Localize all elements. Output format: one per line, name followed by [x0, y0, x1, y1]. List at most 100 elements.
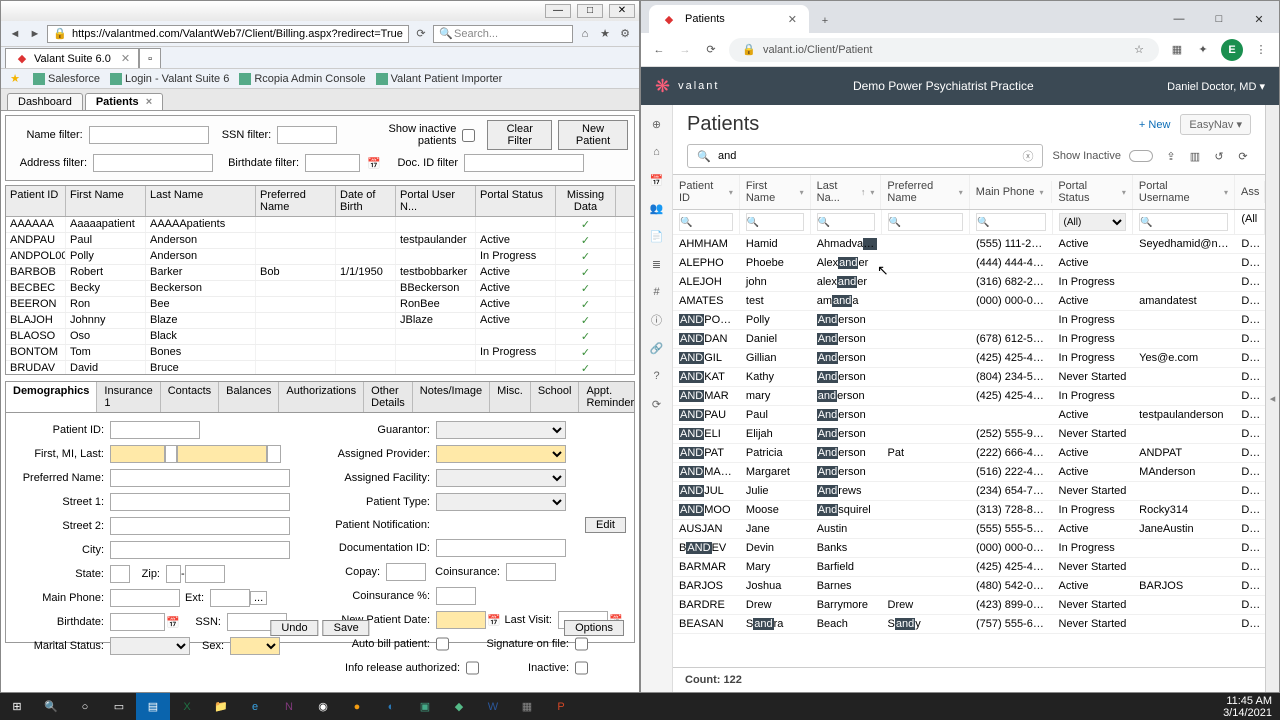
col-missing-data[interactable]: Missing Data — [556, 186, 616, 216]
table-row[interactable]: BECBECBeckyBeckersonBBeckersonActive✓ — [6, 281, 634, 297]
forward-icon[interactable]: → — [677, 42, 693, 58]
close-button[interactable]: ✕ — [609, 4, 635, 18]
detail-tab[interactable]: Authorizations — [279, 382, 364, 412]
table-row[interactable]: ANDPOL00PollyAndersonIn ProgressD.D — [673, 311, 1265, 330]
table-row[interactable]: BANDEVDevinBanks(000) 000-0000In Progres… — [673, 539, 1265, 558]
taskbar-powerpoint[interactable]: P — [544, 693, 578, 720]
col-first-name[interactable]: First Name — [740, 175, 811, 209]
table-row[interactable]: AUSJANJaneAustin(555) 555-5555ActiveJane… — [673, 520, 1265, 539]
search-button[interactable]: 🔍 — [34, 693, 68, 720]
first-name-input[interactable] — [110, 445, 165, 463]
calendar-icon[interactable]: 📅 — [486, 612, 502, 628]
ssn-filter-input[interactable] — [277, 126, 337, 144]
state-input[interactable] — [110, 565, 130, 583]
task-view-button[interactable]: ▭ — [102, 693, 136, 720]
table-row[interactable]: BEERONRonBeeRonBeeActive✓ — [6, 297, 634, 313]
show-inactive-toggle[interactable]: Show Inactive — [1053, 150, 1153, 162]
table-row[interactable]: ANDPAUPaulAndersonActivetestpaulanderson… — [673, 406, 1265, 425]
back-icon[interactable]: ← — [651, 42, 667, 58]
new-patient-date-input[interactable] — [436, 611, 486, 629]
rail-help-icon[interactable]: ? — [648, 367, 666, 385]
minimize-button[interactable]: — — [1159, 5, 1199, 33]
zip4-input[interactable] — [185, 565, 225, 583]
menu-icon[interactable]: ⋮ — [1253, 42, 1269, 58]
filter-preferred-name[interactable] — [888, 213, 963, 231]
taskbar-app5[interactable]: ▦ — [510, 693, 544, 720]
bookmark-item[interactable]: Login - Valant Suite 6 — [110, 73, 229, 85]
table-row[interactable]: ANDJULJulieAndrews(234) 654-7890Never St… — [673, 482, 1265, 501]
pref-name-input[interactable] — [110, 469, 290, 487]
refresh-icon[interactable]: ⟳ — [413, 26, 429, 42]
chrome-tab[interactable]: ◆ Patients ✕ — [649, 5, 809, 33]
table-row[interactable]: BARDREDrewBarrymoreDrew(423) 899-0024Nev… — [673, 596, 1265, 615]
table-row[interactable]: AMATEStestamanda(000) 000-0000Activeaman… — [673, 292, 1265, 311]
main-phone-input[interactable] — [110, 589, 180, 607]
favorites-star-icon[interactable]: ★ — [7, 71, 23, 87]
rail-hash-icon[interactable]: # — [648, 283, 666, 301]
auto-bill-checkbox[interactable] — [436, 635, 449, 653]
detail-tab[interactable]: Other Details — [364, 382, 413, 412]
collapse-handle[interactable]: ◂ — [1265, 105, 1279, 692]
guarantor-select[interactable] — [436, 421, 566, 439]
maximize-button[interactable]: □ — [577, 4, 603, 18]
taskbar-app4[interactable]: ◆ — [442, 693, 476, 720]
back-icon[interactable]: ◄ — [7, 26, 23, 42]
close-tab-icon[interactable]: ✕ — [788, 13, 797, 26]
info-release-checkbox[interactable] — [466, 659, 479, 677]
filter-assigned[interactable]: (All — [1241, 213, 1257, 225]
taskbar-app2[interactable]: ● — [340, 693, 374, 720]
bookmark-item[interactable]: Rcopia Admin Console — [239, 73, 365, 85]
bookmark-item[interactable]: Salesforce — [33, 73, 100, 85]
taskbar-app[interactable]: ▤ — [136, 693, 170, 720]
rail-calendar-icon[interactable]: 📅 — [648, 171, 666, 189]
new-button[interactable]: + New — [1139, 119, 1171, 131]
table-row[interactable]: BLAOSOOsoBlack✓ — [6, 329, 634, 345]
taskbar-ie[interactable]: e — [238, 693, 272, 720]
coinsurance-pct-input[interactable] — [436, 587, 476, 605]
sig-on-file-checkbox[interactable] — [575, 635, 588, 653]
export-icon[interactable]: ⇪ — [1163, 148, 1179, 164]
home-icon[interactable]: ⌂ — [577, 26, 593, 42]
col-preferred-name[interactable]: Preferred Name — [881, 175, 969, 209]
table-row[interactable]: BARJOSJoshuaBarnes(480) 542-0222ActiveBA… — [673, 577, 1265, 596]
table-row[interactable]: BLAJOHJohnnyBlazeJBlazeActive✓ — [6, 313, 634, 329]
coinsurance-input[interactable] — [506, 563, 556, 581]
table-row[interactable]: BEASANSandraBeachSandy(757) 555-6666Neve… — [673, 615, 1265, 634]
maximize-button[interactable]: □ — [1199, 5, 1239, 33]
new-tab-icon[interactable]: + — [817, 13, 833, 29]
undo-button[interactable]: Undo — [270, 620, 318, 636]
filter-patient-id[interactable] — [679, 213, 733, 231]
tab-patients[interactable]: Patients × — [85, 93, 163, 110]
birthdate-filter-input[interactable] — [305, 154, 360, 172]
extensions-puzzle-icon[interactable]: ✦ — [1195, 42, 1211, 58]
rail-refresh-icon[interactable]: ⟳ — [648, 395, 666, 413]
address-filter-input[interactable] — [93, 154, 213, 172]
street1-input[interactable] — [110, 493, 290, 511]
col-first-name[interactable]: First Name — [66, 186, 146, 216]
taskbar-word[interactable]: W — [476, 693, 510, 720]
table-row[interactable]: ALEJOHjohnalexander(316) 682-2222In Prog… — [673, 273, 1265, 292]
zip-input[interactable] — [166, 565, 181, 583]
col-patient-id[interactable]: Patient ID — [673, 175, 740, 209]
detail-tab[interactable]: Misc. — [490, 382, 531, 412]
detail-tab[interactable]: Balances — [219, 382, 279, 412]
filter-main-phone[interactable] — [976, 213, 1046, 231]
table-row[interactable]: ANDPAUPaulAndersontestpaulanderActive✓ — [6, 233, 634, 249]
calendar-icon[interactable]: 📅 — [366, 155, 382, 171]
options-button[interactable]: Options — [564, 620, 624, 636]
extension-icon[interactable]: ▦ — [1169, 42, 1185, 58]
start-button[interactable]: ⊞ — [0, 693, 34, 720]
save-button[interactable]: Save — [323, 620, 370, 636]
search-box[interactable]: 🔍 ⓧ — [687, 144, 1043, 168]
patient-id-input[interactable] — [110, 421, 200, 439]
close-button[interactable]: ✕ — [1239, 5, 1279, 33]
show-inactive-checkbox[interactable] — [462, 129, 475, 142]
assigned-facility-select[interactable] — [436, 469, 566, 487]
ie-tab[interactable]: ◆ Valant Suite 6.0 ✕ — [5, 48, 139, 68]
tab-dashboard[interactable]: Dashboard — [7, 93, 83, 110]
name-filter-input[interactable] — [89, 126, 209, 144]
col-patient-id[interactable]: Patient ID — [6, 186, 66, 216]
ext-input[interactable] — [210, 589, 250, 607]
docid-filter-input[interactable] — [464, 154, 584, 172]
taskbar-onenote[interactable]: N — [272, 693, 306, 720]
